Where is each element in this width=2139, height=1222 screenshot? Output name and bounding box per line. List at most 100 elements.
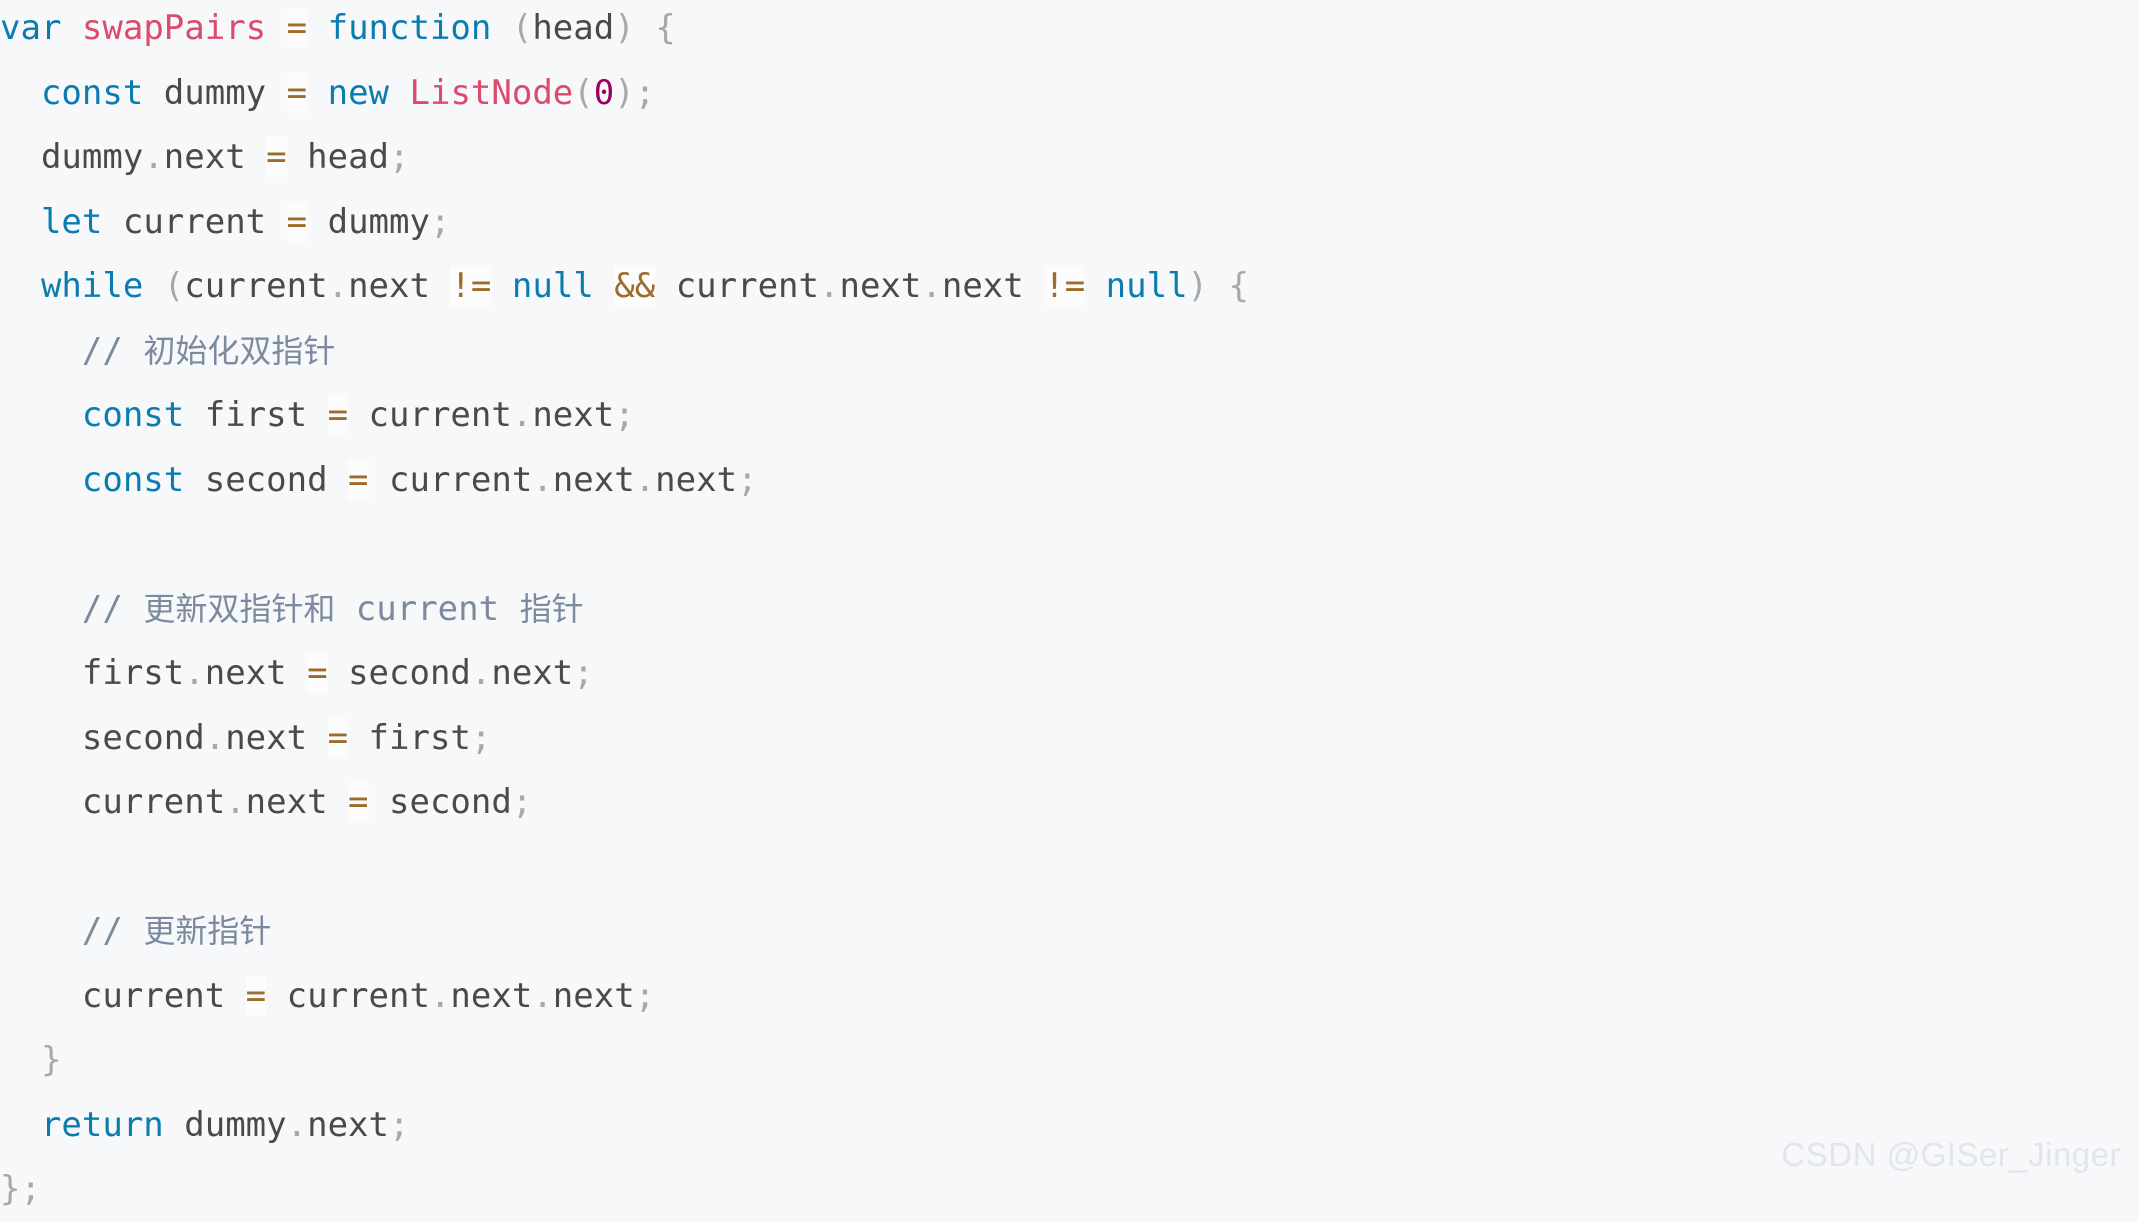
code-token-op: && (614, 266, 656, 306)
code-token-pun: . (532, 459, 553, 500)
code-token-pun: ) (614, 8, 635, 48)
code-token-op: = (348, 459, 369, 500)
code-editor-surface: var swapPairs = function (head) { const … (0, 0, 2139, 1209)
code-token-num: 0 (593, 72, 615, 113)
code-block[interactable]: var swapPairs = function (head) { const … (0, 0, 1249, 1222)
code-token-cmt-cjk: 更新双指针和 (143, 589, 336, 628)
code-token-txt: next (245, 782, 328, 822)
code-token-pun: . (184, 653, 205, 693)
code-token-txt: current (81, 782, 226, 822)
code-line: // 更新双指针和 current 指针 (0, 577, 1249, 642)
code-line: second.next = first; (0, 706, 1249, 771)
code-token-txt: head (307, 137, 390, 177)
code-token-txt: next (491, 653, 574, 693)
code-token-pun: ; (429, 201, 451, 242)
code-token-kw: return (40, 1104, 164, 1145)
code-token-op: != (450, 266, 492, 306)
code-token-txt: second (204, 459, 328, 500)
code-token-pun: ( (573, 72, 594, 113)
code-token-pun: ( (163, 266, 185, 306)
code-token-txt: second (81, 717, 205, 758)
code-token-pun: . (225, 782, 246, 822)
code-token-txt: second (389, 782, 512, 822)
code-token-txt: next (204, 653, 287, 693)
code-token-cmt: // (81, 330, 144, 371)
code-token-pun: . (327, 266, 349, 306)
code-token-kw: null (511, 266, 594, 306)
code-token-txt: next (941, 266, 1024, 306)
code-token-pun: ; (573, 653, 594, 693)
code-token-txt: current (81, 975, 226, 1016)
code-token-txt: current (286, 975, 430, 1016)
code-token-cmt-cjk: 更新指针 (143, 912, 272, 950)
code-token-pun: . (921, 266, 942, 306)
code-token-fn: ListNode (409, 72, 574, 113)
code-line: return dummy.next; (0, 1093, 1249, 1158)
code-token-pun: ; (511, 782, 533, 822)
code-token-pun: } (40, 1040, 62, 1080)
code-token-pun: ) (1187, 266, 1209, 306)
code-token-op: = (307, 653, 328, 693)
code-token-txt: next (307, 1104, 389, 1145)
code-token-pun: { (655, 8, 676, 48)
code-token-fn: swapPairs (81, 8, 267, 48)
code-token-pun: . (143, 137, 164, 177)
code-token-txt: next (532, 395, 615, 435)
code-token-op: = (348, 782, 369, 822)
code-token-txt: next (348, 266, 430, 306)
code-token-txt: current (675, 266, 819, 306)
code-token-pun: ; (634, 72, 656, 113)
code-token-pun: ; (737, 459, 758, 500)
code-line: current = current.next.next; (0, 964, 1249, 1029)
code-token-txt: dummy (163, 72, 267, 113)
code-token-cmt: // (81, 588, 144, 629)
code-token-op: = (286, 72, 308, 113)
code-token-txt: next (163, 137, 246, 177)
code-token-kw: null (1105, 266, 1188, 306)
code-token-cmt: current (335, 588, 520, 629)
code-token-kw: let (40, 201, 103, 242)
code-token-op: = (327, 717, 349, 758)
code-token-kw: while (40, 266, 144, 306)
code-token-txt: next (450, 975, 533, 1016)
code-token-txt: first (81, 653, 185, 693)
code-token-pun: ; (389, 137, 410, 177)
code-token-txt: next (552, 975, 635, 1016)
code-token-txt: head (532, 8, 615, 48)
code-token-op: = (245, 975, 267, 1016)
code-line: const first = current.next; (0, 383, 1249, 448)
code-token-kw: new (327, 72, 390, 113)
code-line: // 更新指针 (0, 899, 1249, 964)
